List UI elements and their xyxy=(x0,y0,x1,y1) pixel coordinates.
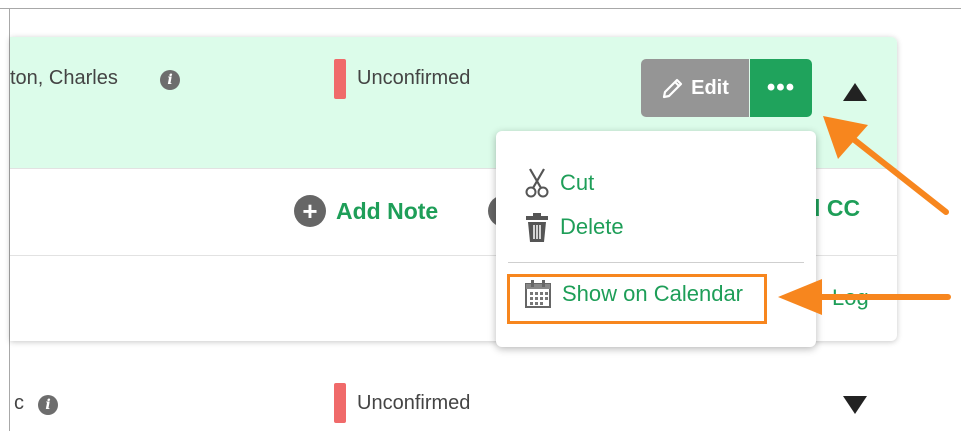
menu-item-show-on-calendar[interactable]: Show on Calendar xyxy=(524,279,743,309)
menu-item-label: Cut xyxy=(560,170,595,195)
status-label: Unconfirmed xyxy=(357,392,471,414)
log-link[interactable]: Log xyxy=(832,285,869,311)
add-note-label: Add Note xyxy=(336,197,439,224)
edit-button-label: Edit xyxy=(691,76,729,99)
client-name[interactable]: ton, Charles xyxy=(10,67,118,90)
status-label: Unconfirmed xyxy=(357,67,471,89)
trash-icon xyxy=(526,213,548,242)
info-icon[interactable]: i xyxy=(38,395,58,415)
edit-button[interactable]: Edit xyxy=(641,59,749,117)
menu-item-label: Delete xyxy=(560,214,624,239)
frame-top-border xyxy=(0,8,961,9)
plus-circle-icon: + xyxy=(294,195,326,227)
calendar-icon xyxy=(525,280,551,308)
scissors-icon xyxy=(525,168,549,198)
more-options-dropdown: Cut Delete Show on Calendar xyxy=(496,131,816,347)
pencil-icon xyxy=(663,78,683,99)
collapse-arrow-icon[interactable] xyxy=(843,83,867,101)
info-icon[interactable]: i xyxy=(160,70,180,90)
ellipsis-icon: ••• xyxy=(766,74,796,101)
client-name[interactable]: c xyxy=(14,392,24,415)
expand-arrow-icon[interactable] xyxy=(843,396,867,414)
status-color-bar xyxy=(334,59,346,99)
menu-item-delete[interactable]: Delete xyxy=(524,211,624,243)
menu-divider xyxy=(508,262,804,263)
status-color-bar xyxy=(334,383,346,423)
more-options-button[interactable]: ••• xyxy=(750,59,812,117)
menu-item-label: Show on Calendar xyxy=(562,281,744,306)
add-note-button[interactable]: + Add Note xyxy=(294,195,438,227)
menu-item-cut[interactable]: Cut xyxy=(524,167,594,199)
